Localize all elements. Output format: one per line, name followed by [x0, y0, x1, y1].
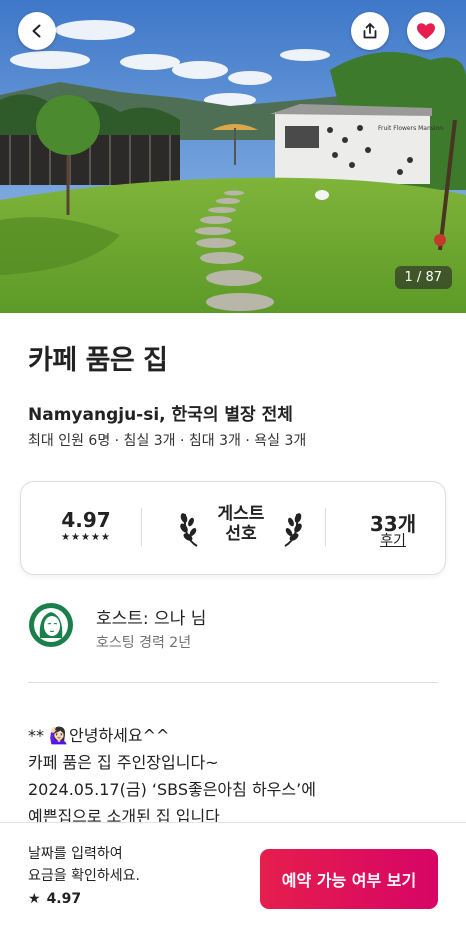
price-prompt-line2: 요금을 확인하세요. — [28, 868, 140, 884]
reviews-link[interactable]: 후기 — [341, 530, 445, 550]
listing-description: ** 🙋🏻‍♀️안녕하세요^^ 카페 품은 집 주인장입니다~ 2024.05.… — [28, 722, 438, 830]
reviews-block[interactable]: 33개 후기 — [341, 482, 445, 574]
divider — [141, 508, 142, 546]
share-icon — [363, 23, 377, 39]
section-divider — [28, 682, 438, 683]
rating-score-block: 4.97 ★★★★★ — [31, 482, 141, 574]
description-line: 카페 품은 집 주인장입니다~ — [28, 753, 219, 772]
listing-specs: 최대 인원 6명 · 침실 3개 · 침대 3개 · 욕실 3개 — [28, 433, 307, 449]
guest-favorite-badge: 게스트 선호 — [171, 482, 311, 574]
hero-photo[interactable]: Fruit Flowers Mansion 1 / 87 — [0, 0, 466, 313]
description-line: 2024.05.17(금) ‘SBS좋은아침 하우스’에 — [28, 780, 316, 799]
divider — [325, 508, 326, 546]
host-section[interactable]: 호스트: 으나 님 호스팅 경력 2년 — [28, 602, 438, 651]
laurel-left-icon — [180, 513, 198, 547]
house-sign: Fruit Flowers Mansion — [378, 125, 443, 132]
share-button[interactable] — [351, 12, 389, 50]
photo-counter: 1 / 87 — [394, 266, 452, 289]
bottom-rating: ★ 4.97 — [28, 891, 81, 907]
description-line: ** 🙋🏻‍♀️안녕하세요^^ — [28, 726, 170, 745]
chevron-left-icon — [32, 24, 41, 38]
rating-stars: ★★★★★ — [61, 532, 111, 543]
guest-favorite-label: 게스트 선호 — [201, 504, 281, 544]
booking-bar: 날짜를 입력하여 요금을 확인하세요. ★ 4.97 예약 가능 여부 보기 — [0, 822, 466, 929]
star-icon: ★ — [28, 891, 41, 907]
wishlist-button[interactable] — [407, 12, 445, 50]
listing-title: 카페 품은 집 — [28, 345, 168, 376]
host-avatar — [29, 603, 73, 647]
guest-favorite-line2: 선호 — [225, 524, 257, 544]
price-prompt-line1: 날짜를 입력하여 — [28, 846, 123, 862]
laurel-right-icon — [284, 513, 302, 547]
check-availability-button[interactable]: 예약 가능 여부 보기 — [260, 849, 438, 909]
guest-favorite-line1: 게스트 — [217, 504, 265, 524]
rating-card[interactable]: 4.97 ★★★★★ 게스트 선호 33개 후기 — [20, 481, 446, 575]
heart-icon — [417, 23, 435, 39]
back-button[interactable] — [18, 12, 56, 50]
host-name: 호스트: 으나 님 — [96, 609, 207, 629]
bottom-rating-value: 4.97 — [46, 891, 82, 907]
rating-score: 4.97 — [61, 508, 111, 532]
listing-subtitle: Namyangju-si, 한국의 별장 전체 — [28, 405, 293, 425]
host-experience: 호스팅 경력 2년 — [96, 635, 192, 651]
listing-photo: Fruit Flowers Mansion — [0, 0, 466, 313]
